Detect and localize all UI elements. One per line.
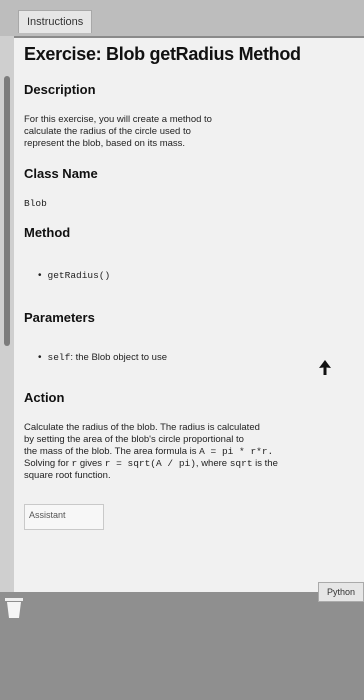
- assistant-tab[interactable]: Assistant: [24, 504, 104, 530]
- action-line: by setting the area of the blob's circle…: [24, 434, 244, 445]
- action-line-text: the mass of the blob. The area formula i…: [24, 446, 200, 457]
- action-line-text: is the: [252, 458, 278, 469]
- tab-instructions[interactable]: Instructions: [18, 10, 93, 33]
- description-text: For this exercise, you will create a met…: [24, 114, 274, 150]
- action-line-text: gives: [77, 458, 105, 469]
- class-name-value: Blob: [24, 198, 47, 209]
- parameter-bullet: • self: the Blob object to use: [38, 352, 167, 364]
- trash-icon[interactable]: [4, 596, 24, 620]
- description-heading: Description: [24, 82, 96, 97]
- action-line-text: , where: [195, 458, 230, 469]
- left-scrollbar[interactable]: [0, 36, 14, 592]
- parameter-description: : the Blob object to use: [70, 352, 167, 363]
- action-line: Solving for r gives r = sqrt(A / pi), wh…: [24, 458, 354, 470]
- parameter-name: self: [47, 352, 71, 363]
- area-formula: A = pi * r*r.: [199, 446, 274, 457]
- action-line: the mass of the blob. The area formula i…: [24, 446, 354, 458]
- class-name-heading: Class Name: [24, 166, 98, 181]
- action-line: Calculate the radius of the blob. The ra…: [24, 422, 260, 433]
- action-line-text: Solving for: [24, 458, 72, 469]
- action-line: square root function.: [24, 470, 111, 481]
- parameters-heading: Parameters: [24, 310, 95, 325]
- sqrt-function: sqrt: [229, 458, 253, 469]
- description-line: For this exercise, you will create a met…: [24, 114, 212, 125]
- method-name: getRadius(): [47, 270, 111, 281]
- radius-formula: r = sqrt(A / pi): [104, 458, 196, 469]
- method-heading: Method: [24, 225, 71, 240]
- instructions-panel: Exercise: Blob getRadius Method Descript…: [14, 36, 364, 592]
- mouse-cursor-icon: [318, 360, 332, 376]
- top-bar: Instructions: [0, 0, 364, 36]
- method-bullet: • getRadius(): [38, 270, 110, 282]
- action-heading: Action: [24, 390, 65, 405]
- bullet-icon: •: [38, 270, 42, 281]
- scrollbar-thumb[interactable]: [4, 76, 10, 346]
- bullet-icon: •: [38, 352, 42, 363]
- editor-area[interactable]: [0, 592, 364, 700]
- description-line: calculate the radius of the circle used …: [24, 126, 191, 137]
- description-line: represent the blob, based on its mass.: [24, 138, 186, 149]
- language-select-python[interactable]: Python: [318, 582, 364, 602]
- exercise-title: Exercise: Blob getRadius Method: [24, 44, 301, 64]
- action-text: Calculate the radius of the blob. The ra…: [24, 422, 354, 482]
